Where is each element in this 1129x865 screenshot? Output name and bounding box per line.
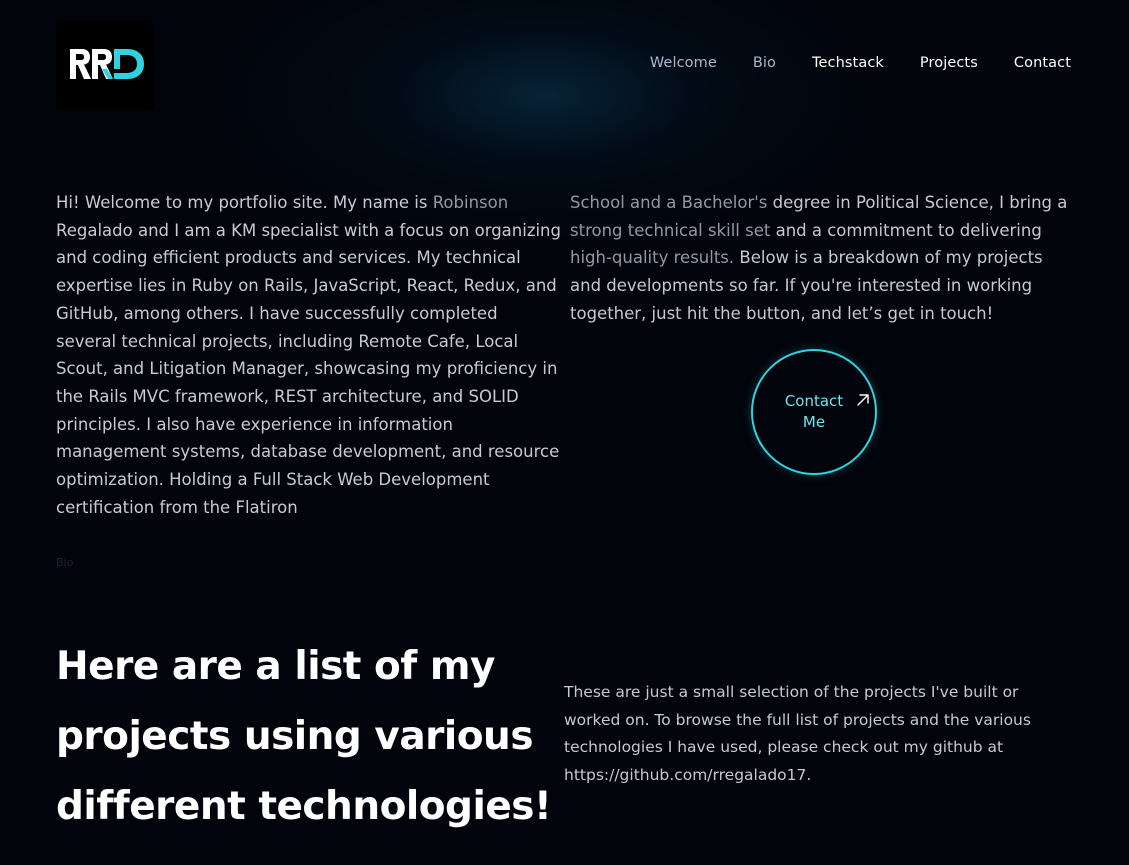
contact-me-label: Contact Me: [784, 392, 844, 431]
intro-right-part5: high-quality results.: [570, 248, 735, 268]
contact-me-button[interactable]: Contact Me: [751, 349, 877, 475]
logo[interactable]: [56, 20, 154, 110]
intro-right-part2: degree in Political Science, I bring a: [767, 193, 1068, 212]
contact-me-content: Contact Me: [774, 391, 869, 433]
main-nav: Welcome Bio Techstack Projects Contact: [650, 55, 1071, 71]
nav-bio[interactable]: Bio: [753, 55, 776, 71]
intro-right-part4: and a commitment to delivering: [770, 220, 1042, 240]
section-label-bio: Bio: [56, 556, 74, 569]
intro-left-part1: Hi! Welcome to my portfolio site. My nam…: [56, 193, 433, 212]
arrow-up-right-icon: [857, 394, 869, 406]
projects-heading: Here are a list of my projects using var…: [56, 644, 552, 829]
nav-techstack[interactable]: Techstack: [812, 55, 884, 71]
rrd-logo-icon: [70, 49, 144, 79]
intro-text-left: Hi! Welcome to my portfolio site. My nam…: [56, 189, 561, 521]
intro-right-part1: School and a Bachelor's: [570, 193, 768, 212]
intro-left-part2: Robinson: [432, 193, 509, 212]
nav-welcome[interactable]: Welcome: [650, 55, 717, 71]
intro-left-part3: Regalado and I am a KM specialist with a…: [56, 220, 561, 517]
intro-text-right: School and a Bachelor's degree in Politi…: [570, 189, 1075, 328]
nav-projects[interactable]: Projects: [920, 55, 978, 71]
intro-right-part3: strong technical skill set: [570, 220, 771, 240]
nav-contact[interactable]: Contact: [1014, 55, 1071, 71]
projects-description: These are just a small selection of the …: [564, 683, 1031, 784]
page: Welcome Bio Techstack Projects Contact H…: [0, 0, 1129, 865]
